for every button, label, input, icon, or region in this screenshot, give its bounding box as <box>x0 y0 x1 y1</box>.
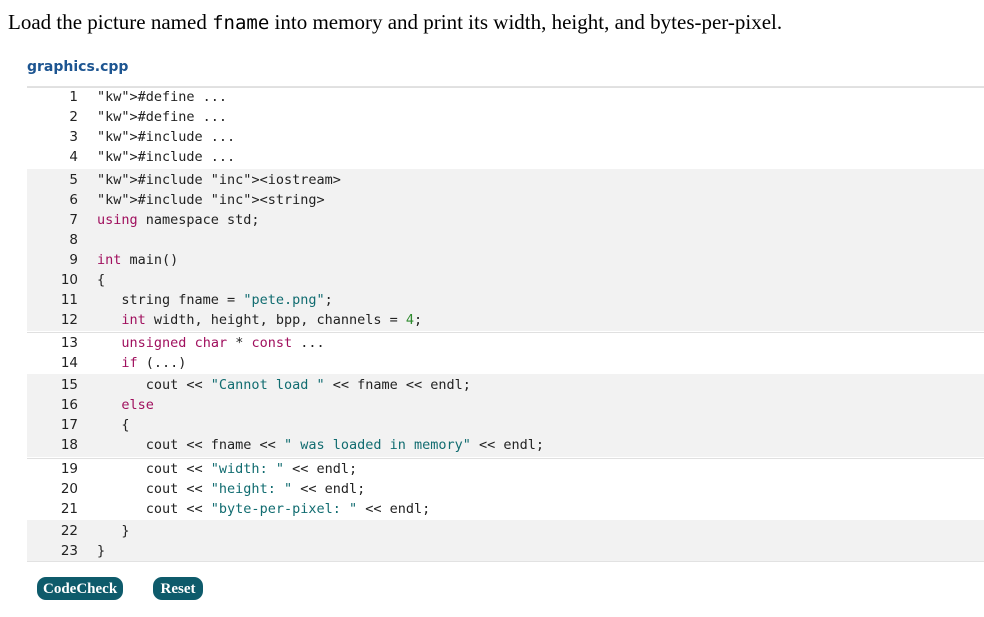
code-line-text: { <box>97 417 130 433</box>
line-number: 17 <box>60 417 78 433</box>
line-number: 20 <box>60 481 78 497</box>
code-editor[interactable]: 1 "kw">#define ... 2 "kw">#define ... 3 "kw">… <box>27 86 984 562</box>
code-line-text: cout << "byte-per-pixel: " << endl; <box>97 501 431 517</box>
line-number: 15 <box>60 377 78 393</box>
code-line-text: else <box>121 397 154 413</box>
code-line-text: string fname = "pete.png"; <box>97 292 333 308</box>
line-number: 19 <box>60 461 78 477</box>
line-number: 1 <box>69 89 78 105</box>
prompt-text-before: Load the picture named <box>8 10 213 34</box>
code-line-text: } <box>97 523 130 539</box>
line-number: 3 <box>69 129 78 145</box>
line-number: 22 <box>60 523 78 539</box>
line-number: 6 <box>69 192 78 208</box>
line-number: 10 <box>60 272 78 288</box>
code-line-text: unsigned char * const ... <box>121 335 325 351</box>
code-line-text: "kw">#include ... <box>97 129 236 145</box>
code-line-text: int width, height, bpp, channels = 4; <box>121 312 423 328</box>
code-line-text: cout << "width: " << endl; <box>97 461 358 477</box>
line-number: 2 <box>69 109 78 125</box>
code-line-text: cout << fname << " was loaded in memory"… <box>97 437 545 453</box>
line-number: 11 <box>60 292 78 308</box>
line-number: 14 <box>60 355 78 371</box>
prompt-text-after: into memory and print its width, height,… <box>269 10 783 34</box>
code-line-text: cout << "height: " << endl; <box>97 481 366 497</box>
code-line-text: "kw">#define ... <box>97 109 228 125</box>
reset-button[interactable]: Reset <box>153 577 203 600</box>
code-line-text: "kw">#include "inc"><iostream> <box>97 172 341 188</box>
code-line-text: int main() <box>97 252 179 268</box>
line-number: 4 <box>69 149 78 165</box>
line-number: 21 <box>60 501 78 517</box>
line-number: 12 <box>60 312 78 328</box>
code-line-text: } <box>97 543 106 559</box>
line-number: 9 <box>69 252 78 268</box>
code-line-text: cout << "Cannot load " << fname << endl; <box>97 377 471 393</box>
readonly-block-3 <box>27 520 984 561</box>
code-line-text: "kw">#include ... <box>97 149 236 165</box>
prompt-code-word: fname <box>212 12 270 34</box>
code-line-text: using namespace std; <box>97 212 260 228</box>
codecheck-button[interactable]: CodeCheck <box>37 577 123 600</box>
code-line-text: { <box>97 272 106 288</box>
line-number: 16 <box>60 397 78 413</box>
line-number: 13 <box>60 335 78 351</box>
problem-statement: Load the picture named fname into memory… <box>8 10 782 35</box>
code-line-text: if (...) <box>121 355 187 371</box>
line-number: 8 <box>69 232 78 248</box>
line-number: 23 <box>60 543 78 559</box>
line-number: 7 <box>69 212 78 228</box>
code-line-text: "kw">#include "inc"><string> <box>97 192 325 208</box>
code-line-text: "kw">#define ... <box>97 89 228 105</box>
line-number: 18 <box>60 437 78 453</box>
line-number: 5 <box>69 172 78 188</box>
file-name-label: graphics.cpp <box>27 59 129 75</box>
